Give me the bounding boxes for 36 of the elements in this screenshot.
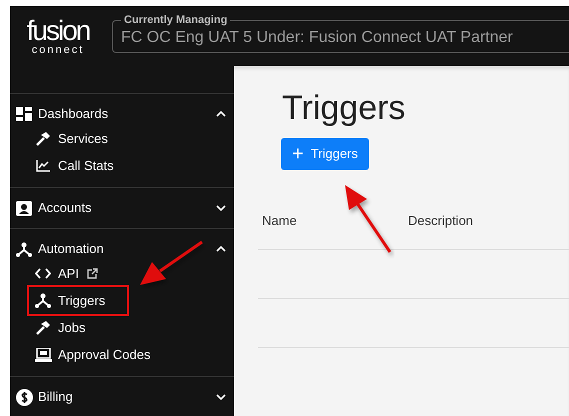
column-header: Description: [408, 212, 474, 230]
plus-icon: +: [292, 144, 304, 164]
sidebar-section[interactable]: Dashboards: [10, 103, 234, 125]
branch-nodes-icon: [34, 293, 52, 308]
hammer-icon: [34, 131, 52, 146]
code-brackets-icon: [34, 268, 52, 279]
managing-field[interactable]: Currently Managing FC OC Eng UAT 5 Under: Fusion Connect UAT Partner: [112, 15, 569, 53]
dollar-circle-icon: [15, 388, 33, 406]
sidebar-item[interactable]: API: [34, 260, 98, 287]
branch-nodes-icon: [15, 242, 33, 256]
field-value: FC OC Eng UAT 5 Under: Fusion Connect UAT Partner: [121, 28, 514, 48]
sidebar-section[interactable]: Billing: [10, 386, 234, 408]
column-header: Name: [261, 212, 298, 230]
sidebar-item[interactable]: Jobs: [34, 314, 86, 341]
section-label: Dashboards: [38, 105, 110, 124]
sidebar-section[interactable]: Accounts: [10, 197, 234, 219]
section-label: Billing: [38, 388, 74, 406]
page-title: Triggers: [282, 88, 406, 128]
sidebar-item[interactable]: Services: [34, 125, 108, 152]
line-chart-icon: [34, 160, 52, 172]
laptop-icon: [34, 348, 52, 362]
logo-wordmark: fusion: [26, 16, 90, 44]
logo-tagline: connect: [32, 44, 84, 56]
sidebar-section[interactable]: Automation: [10, 238, 234, 260]
sidebar-item[interactable]: Approval Codes: [34, 341, 150, 368]
field-label: Currently Managing: [123, 15, 228, 26]
section-label: Accounts: [38, 199, 92, 218]
annotation-arrow: [345, 185, 392, 253]
add-triggers-button[interactable]: + Triggers: [281, 138, 369, 170]
sidebar-item[interactable]: Call Stats: [34, 152, 114, 179]
annotation-arrow: [140, 240, 203, 285]
hammer-icon: [34, 320, 52, 335]
section-label: Automation: [38, 240, 105, 258]
sidebar-item[interactable]: Triggers: [27, 285, 130, 316]
grid-icon: [15, 107, 33, 121]
contact-card-icon: [15, 200, 33, 216]
